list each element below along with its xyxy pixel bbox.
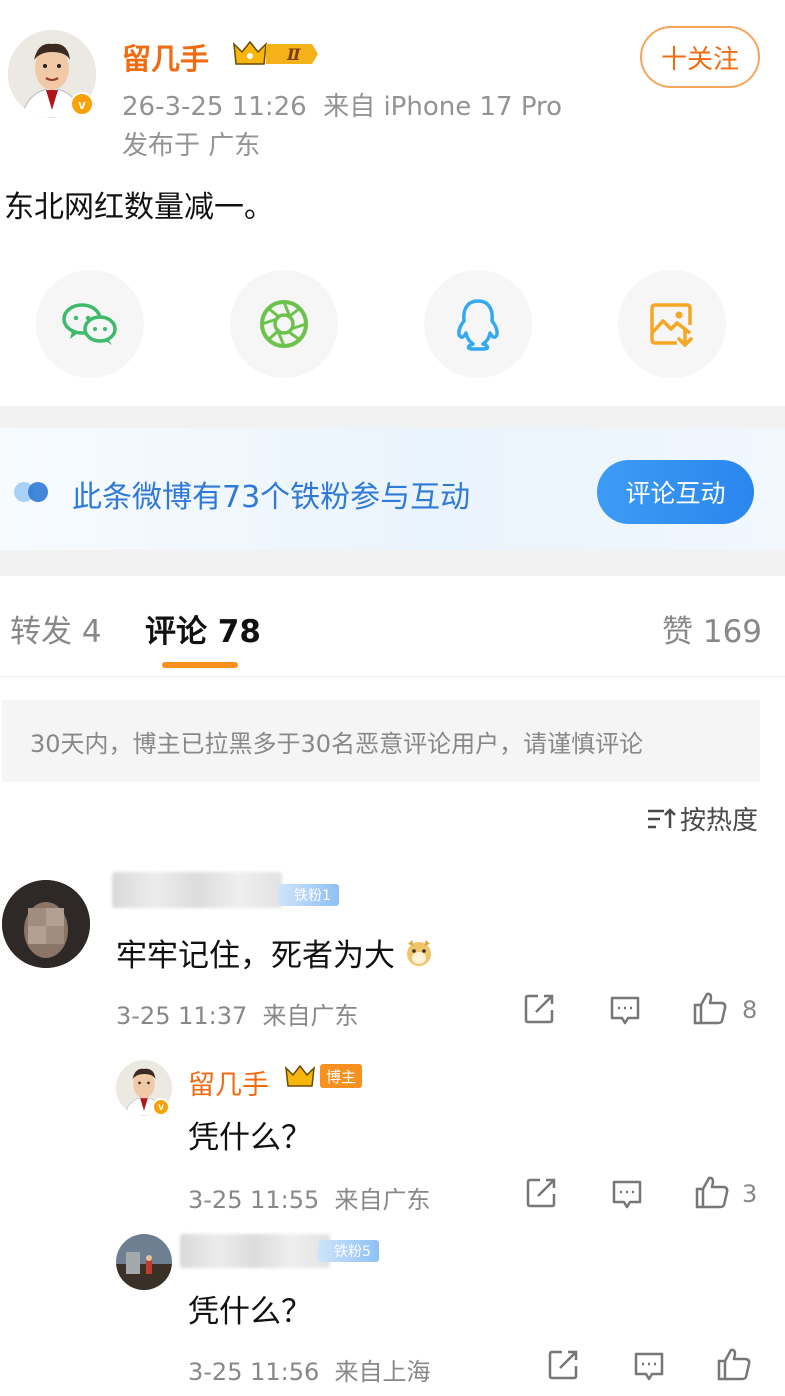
- post-time-source: 26-3-25 11:26 来自 iPhone 17 Pro: [122, 92, 563, 122]
- reply-like-count: 3: [742, 1180, 758, 1208]
- share-qq-button[interactable]: [424, 270, 532, 378]
- follow-button[interactable]: 十关注: [640, 26, 760, 88]
- reply-repost-button[interactable]: [524, 1176, 558, 1214]
- repost-comment-button[interactable]: [522, 992, 556, 1030]
- section-divider-2: [0, 550, 785, 576]
- reply2-text: 凭什么？: [188, 1294, 312, 1330]
- post-location: 发布于 广东: [122, 131, 261, 161]
- save-image-icon: [650, 303, 693, 348]
- commenter-name-blurred[interactable]: [112, 872, 282, 908]
- comment-icon: [612, 1180, 642, 1209]
- level-badge-text: Ⅱ: [286, 45, 301, 64]
- tab-likes[interactable]: 赞 169: [662, 606, 762, 651]
- reply2-avatar[interactable]: [116, 1234, 172, 1290]
- reply2-fan-badge: 铁粉5: [318, 1240, 379, 1262]
- reply-like-button[interactable]: [694, 1174, 730, 1214]
- wechat-icon: [62, 303, 117, 345]
- sort-icon: [648, 807, 676, 828]
- doge-emoji-icon: [406, 940, 431, 966]
- reply2-name-blurred[interactable]: [180, 1234, 330, 1268]
- reply-text: 凭什么？: [188, 1120, 312, 1156]
- reply-meta: 3-25 11:55 来自广东: [188, 1186, 431, 1214]
- qq-icon: [457, 299, 499, 351]
- like-count: 8: [742, 996, 758, 1024]
- reply-verified-icon: v: [152, 1098, 170, 1116]
- comment-text: 牢牢记住，死者为大: [116, 930, 433, 975]
- save-image-button[interactable]: [618, 270, 726, 378]
- fans-interaction-text: 此条微博有73个铁粉参与互动: [72, 480, 471, 515]
- fan-level-badge: 铁粉1: [278, 884, 339, 906]
- reply2-comment-button[interactable]: [632, 1350, 666, 1386]
- like-comment-button[interactable]: [692, 990, 728, 1030]
- comment-icon: [610, 996, 640, 1025]
- section-divider: [0, 406, 785, 428]
- verified-badge-icon: v: [70, 92, 94, 116]
- tab-repost[interactable]: 转发 4: [10, 606, 102, 651]
- tabs-divider: [0, 676, 785, 677]
- sort-label: 按热度: [680, 806, 759, 836]
- thumbs-up-icon: [717, 1348, 751, 1381]
- post-content: 东北网红数量减一。: [4, 190, 274, 225]
- commenter-avatar[interactable]: [2, 880, 90, 968]
- interaction-dots-icon: [12, 478, 52, 510]
- share-icon: [548, 1350, 578, 1380]
- post-author-name[interactable]: 留几手: [122, 36, 209, 78]
- reply-comment-button[interactable]: [608, 994, 642, 1030]
- comment-notice: 30天内，博主已拉黑多于30名恶意评论用户，请谨慎评论: [2, 700, 760, 782]
- share-icon: [524, 994, 554, 1024]
- active-tab-indicator: [162, 662, 238, 668]
- moments-icon: [260, 300, 308, 348]
- comment-interact-button[interactable]: 评论互动: [597, 460, 754, 524]
- reply2-repost-button[interactable]: [546, 1348, 580, 1386]
- thumbs-up-icon: [693, 992, 727, 1025]
- comment-icon: [634, 1352, 664, 1381]
- tab-comments[interactable]: 评论 78: [145, 606, 261, 651]
- reply-crown-icon: [284, 1064, 320, 1094]
- thumbs-up-icon: [695, 1176, 729, 1209]
- sort-by-hot-button[interactable]: 按热度: [646, 800, 758, 837]
- reply-author-name[interactable]: 留几手: [188, 1063, 269, 1102]
- crown-level-icon: Ⅱ: [232, 38, 320, 74]
- reply2-meta: 3-25 11:56 来自上海: [188, 1358, 431, 1386]
- share-moments-button[interactable]: [230, 270, 338, 378]
- reply2-like-button[interactable]: [716, 1346, 752, 1386]
- host-badge: 博主: [320, 1064, 363, 1088]
- reply-comment-button[interactable]: [610, 1178, 644, 1214]
- share-icon: [526, 1178, 556, 1208]
- comment-meta: 3-25 11:37 来自广东: [116, 1002, 359, 1030]
- share-wechat-button[interactable]: [36, 270, 144, 378]
